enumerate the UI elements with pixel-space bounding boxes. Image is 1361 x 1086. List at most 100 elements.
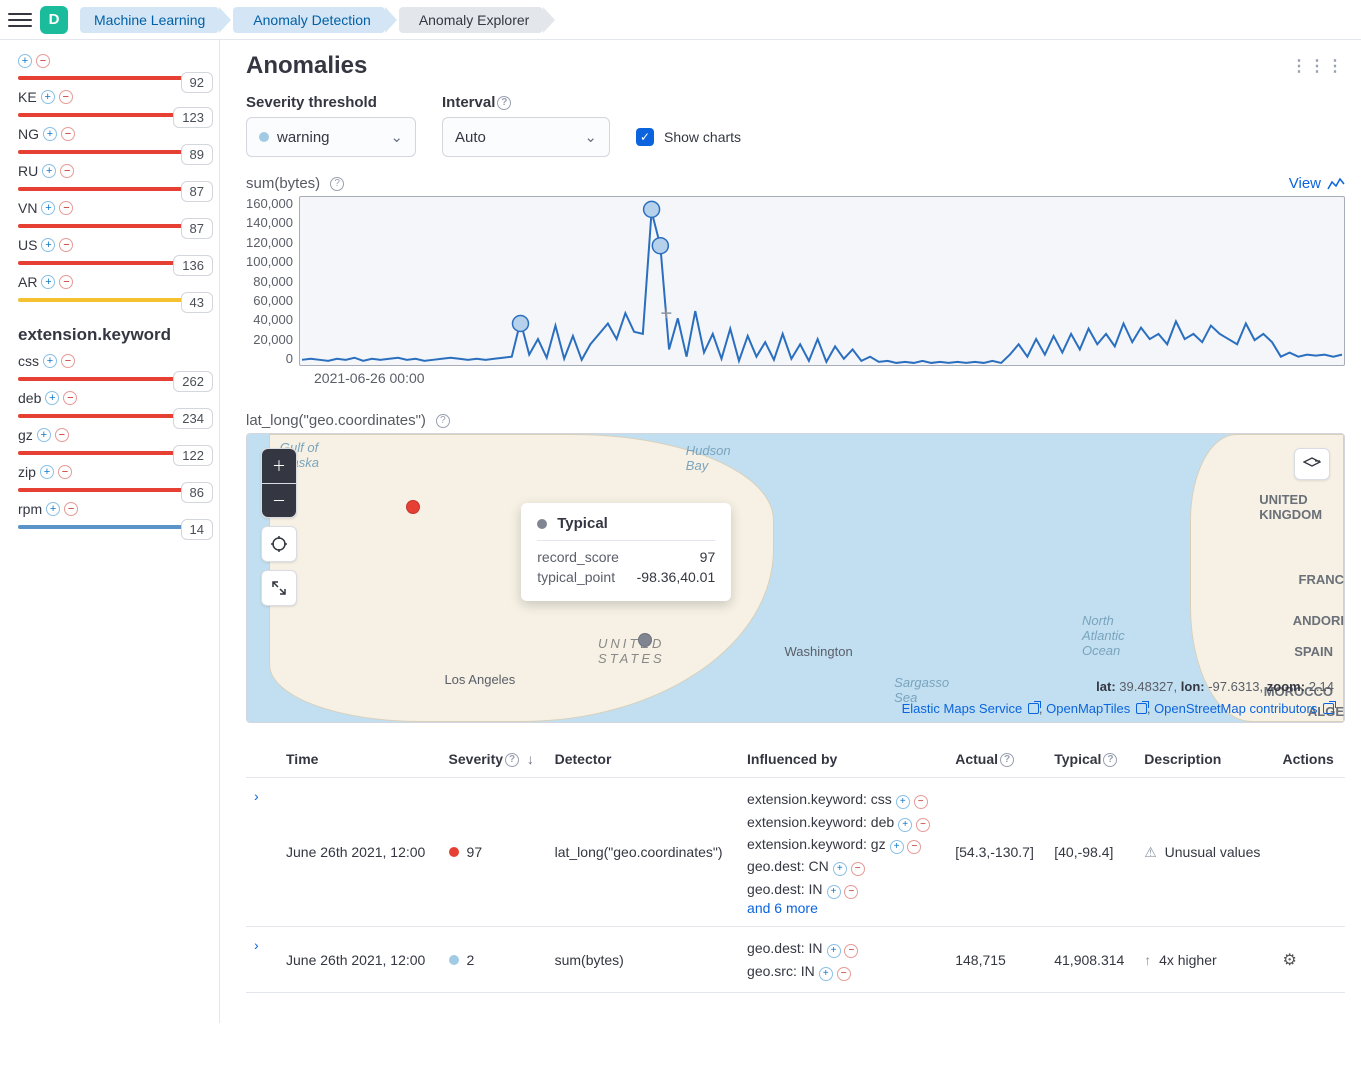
influencer-count-badge: 136 [173, 255, 213, 276]
add-filter-icon[interactable]: + [43, 354, 57, 368]
add-filter-icon[interactable]: + [41, 238, 55, 252]
remove-filter-icon[interactable]: − [64, 502, 78, 516]
chart-metric-label: sum(bytes) [246, 175, 320, 192]
remove-filter-icon[interactable]: − [55, 428, 69, 442]
remove-filter-icon[interactable]: − [36, 54, 50, 68]
info-icon[interactable]: ? [497, 96, 511, 110]
influencer-count-badge: 262 [173, 371, 213, 392]
breadcrumb-anomaly-detection[interactable]: Anomaly Detection [233, 7, 385, 33]
th-severity[interactable]: Severity? [441, 741, 547, 778]
page-title: Anomalies [246, 52, 367, 80]
add-filter-icon[interactable]: + [18, 54, 32, 68]
add-filter-icon[interactable]: + [45, 391, 59, 405]
chevron-down-icon: ⌄ [584, 128, 597, 146]
add-filter-icon[interactable]: + [819, 967, 833, 981]
influencer-count-badge: 43 [181, 292, 213, 313]
influencer-item: rpm + − 14 14 [18, 501, 207, 534]
typical-marker[interactable] [638, 633, 652, 647]
add-filter-icon[interactable]: + [896, 795, 910, 809]
th-actual[interactable]: Actual? [947, 741, 1046, 778]
remove-filter-icon[interactable]: − [844, 885, 858, 899]
chart-view-link[interactable]: View [1289, 175, 1345, 192]
menu-toggle-button[interactable] [8, 8, 32, 32]
row-actions-button[interactable]: ⚙ [1282, 952, 1296, 969]
remove-filter-icon[interactable]: − [59, 238, 73, 252]
info-icon[interactable]: ? [330, 177, 344, 191]
show-charts-label: Show charts [664, 129, 741, 145]
attrib-link[interactable]: OpenStreetMap contributors [1154, 701, 1334, 716]
add-filter-icon[interactable]: + [40, 465, 54, 479]
add-filter-icon[interactable]: + [37, 428, 51, 442]
remove-filter-icon[interactable]: − [60, 164, 74, 178]
remove-filter-icon[interactable]: − [58, 465, 72, 479]
info-icon[interactable]: ? [436, 414, 450, 428]
remove-filter-icon[interactable]: − [63, 391, 77, 405]
external-link-icon [1028, 703, 1039, 714]
remove-filter-icon[interactable]: − [61, 127, 75, 141]
add-filter-icon[interactable]: + [46, 502, 60, 516]
influencer-sidebar: + − 92 92 KE + − 92 123 NG + − 89 89 RU … [0, 40, 220, 1023]
remove-filter-icon[interactable]: − [916, 818, 930, 832]
interval-value: Auto [455, 129, 486, 146]
th-description[interactable]: Description [1136, 741, 1274, 778]
remove-filter-icon[interactable]: − [907, 840, 921, 854]
severity-threshold-value: warning [277, 129, 330, 146]
influencer-count-badge: 123 [173, 107, 213, 128]
space-avatar[interactable]: D [40, 6, 68, 34]
zoom-in-button[interactable]: ＋ [262, 449, 296, 483]
severity-threshold-label: Severity threshold [246, 94, 416, 111]
chart-y-axis: 160,000140,000120,000100,00080,00060,000… [246, 196, 299, 366]
influencer-count-badge: 234 [173, 408, 213, 429]
cell-time: June 26th 2021, 12:00 [278, 778, 441, 927]
breadcrumb-machine-learning[interactable]: Machine Learning [80, 7, 219, 33]
cell-detector: sum(bytes) [547, 927, 739, 993]
sum-bytes-chart[interactable]: 160,000140,000120,000100,00080,00060,000… [246, 196, 1345, 366]
main-content: Anomalies ⋮⋮⋮ Severity threshold warning… [220, 40, 1361, 1023]
zoom-out-button[interactable]: － [262, 483, 296, 517]
remove-filter-icon[interactable]: − [844, 944, 858, 958]
add-filter-icon[interactable]: + [890, 840, 904, 854]
th-typical[interactable]: Typical? [1046, 741, 1136, 778]
layer-toggle-button[interactable] [1294, 448, 1330, 480]
add-filter-icon[interactable]: + [43, 127, 57, 141]
severity-threshold-select[interactable]: warning ⌄ [246, 117, 416, 157]
influencer-item: KE + − 92 123 [18, 89, 207, 122]
arrow-up-icon: ↑ [1144, 952, 1151, 968]
add-filter-icon[interactable]: + [833, 862, 847, 876]
add-filter-icon[interactable]: + [827, 885, 841, 899]
th-time[interactable]: Time [278, 741, 441, 778]
add-filter-icon[interactable]: + [898, 818, 912, 832]
th-actions[interactable]: Actions [1274, 741, 1345, 778]
sidebar-heading-extension: extension.keyword [18, 325, 207, 345]
remove-filter-icon[interactable]: − [59, 201, 73, 215]
influencer-count-badge: 87 [181, 218, 213, 239]
remove-filter-icon[interactable]: − [59, 90, 73, 104]
th-detector[interactable]: Detector [547, 741, 739, 778]
remove-filter-icon[interactable]: − [837, 967, 851, 981]
attrib-link[interactable]: Elastic Maps Service [902, 701, 1039, 716]
add-filter-icon[interactable]: + [42, 164, 56, 178]
interval-label: Interval? [442, 94, 610, 111]
expand-row-button[interactable]: › [254, 788, 259, 804]
remove-filter-icon[interactable]: − [851, 862, 865, 876]
geo-map[interactable]: HudsonBay NorthAtlanticOcean Gulf ofAlas… [246, 433, 1345, 723]
th-influenced[interactable]: Influenced by [739, 741, 947, 778]
remove-filter-icon[interactable]: − [914, 795, 928, 809]
chevron-down-icon: ⌄ [390, 128, 403, 146]
add-filter-icon[interactable]: + [41, 275, 55, 289]
expand-row-button[interactable]: › [254, 937, 259, 953]
add-filter-icon[interactable]: + [827, 944, 841, 958]
remove-filter-icon[interactable]: − [59, 275, 73, 289]
cell-detector: lat_long("geo.coordinates") [547, 778, 739, 927]
add-filter-icon[interactable]: + [41, 90, 55, 104]
anomalies-table: Time Severity? Detector Influenced by Ac… [246, 741, 1345, 993]
show-charts-checkbox[interactable]: ✓ [636, 128, 654, 146]
attrib-link[interactable]: OpenMapTiles [1046, 701, 1147, 716]
add-filter-icon[interactable]: + [41, 201, 55, 215]
panel-options-icon[interactable]: ⋮⋮⋮ [1291, 56, 1345, 76]
show-more-influencers[interactable]: and 6 more [747, 900, 939, 916]
fit-bounds-button[interactable] [262, 527, 296, 561]
interval-select[interactable]: Auto ⌄ [442, 117, 610, 157]
fullscreen-button[interactable] [262, 571, 296, 605]
remove-filter-icon[interactable]: − [61, 354, 75, 368]
